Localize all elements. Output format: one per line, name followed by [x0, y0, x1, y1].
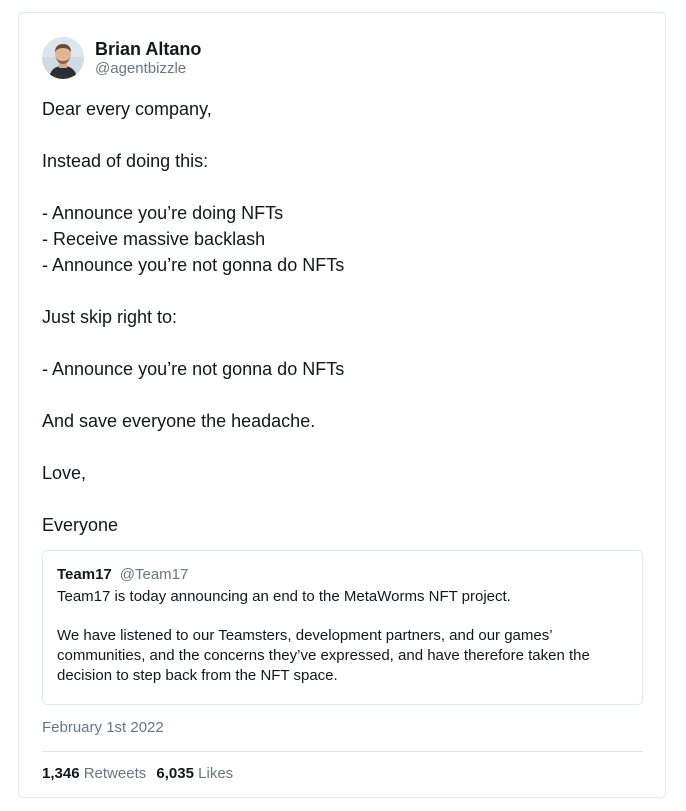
tweet-line: Dear every company,: [42, 99, 212, 119]
quoted-tweet-text-paragraph: We have listened to our Teamsters, devel…: [57, 627, 590, 684]
tweet-line: - Announce you’re doing NFTs: [42, 203, 284, 223]
avatar[interactable]: [42, 37, 84, 79]
author-names: Brian Altano @agentbizzle: [95, 38, 201, 78]
tweet-line: Love,: [42, 463, 87, 483]
tweet-line: And save everyone the headache.: [42, 411, 316, 431]
quoted-tweet-text-line: Team17 is today announcing an end to the…: [57, 588, 511, 605]
tweet-line: [42, 330, 652, 356]
tweet-line: Just skip right to:: [42, 307, 178, 327]
likes-count: 6,035: [156, 765, 194, 782]
tweet-line: [42, 122, 652, 148]
tweet-line: [42, 278, 652, 304]
likes-label: Likes: [198, 765, 234, 782]
tweet-line: Instead of doing this:: [42, 151, 209, 171]
tweet-line: Everyone: [42, 515, 119, 535]
tweet-line: - Receive massive backlash: [42, 229, 266, 249]
divider: [42, 751, 643, 752]
quoted-author-name: Team17: [57, 566, 112, 583]
tweet-line: [42, 486, 652, 512]
retweets-label: Retweets: [83, 765, 147, 782]
user-avatar-icon: [42, 37, 84, 79]
author-name[interactable]: Brian Altano: [95, 38, 201, 60]
quoted-tweet-header: Team17 @Team17: [57, 565, 628, 585]
tweet-line: - Announce you’re not gonna do NFTs: [42, 359, 345, 379]
tweet-text: Dear every company, Instead of doing thi…: [42, 96, 652, 538]
tweet-line: - Announce you’re not gonna do NFTs: [42, 255, 345, 275]
tweet-card: Brian Altano @agentbizzle Dear every com…: [18, 12, 666, 798]
tweet-line: [42, 434, 652, 460]
retweets-count: 1,346: [42, 765, 80, 782]
quoted-author-handle: @Team17: [119, 566, 189, 583]
likes-stat[interactable]: 6,035 Likes: [156, 765, 233, 782]
quoted-tweet[interactable]: Team17 @Team17 Team17 is today announcin…: [42, 550, 643, 705]
tweet-line: [42, 382, 652, 408]
tweet-date[interactable]: February 1st 2022: [42, 718, 164, 738]
tweet-header: Brian Altano @agentbizzle: [42, 37, 201, 79]
tweet-stats: 1,346 Retweets 6,035 Likes: [42, 764, 233, 784]
retweets-stat[interactable]: 1,346 Retweets: [42, 765, 146, 782]
tweet-line: [42, 174, 652, 200]
author-handle[interactable]: @agentbizzle: [95, 60, 201, 78]
